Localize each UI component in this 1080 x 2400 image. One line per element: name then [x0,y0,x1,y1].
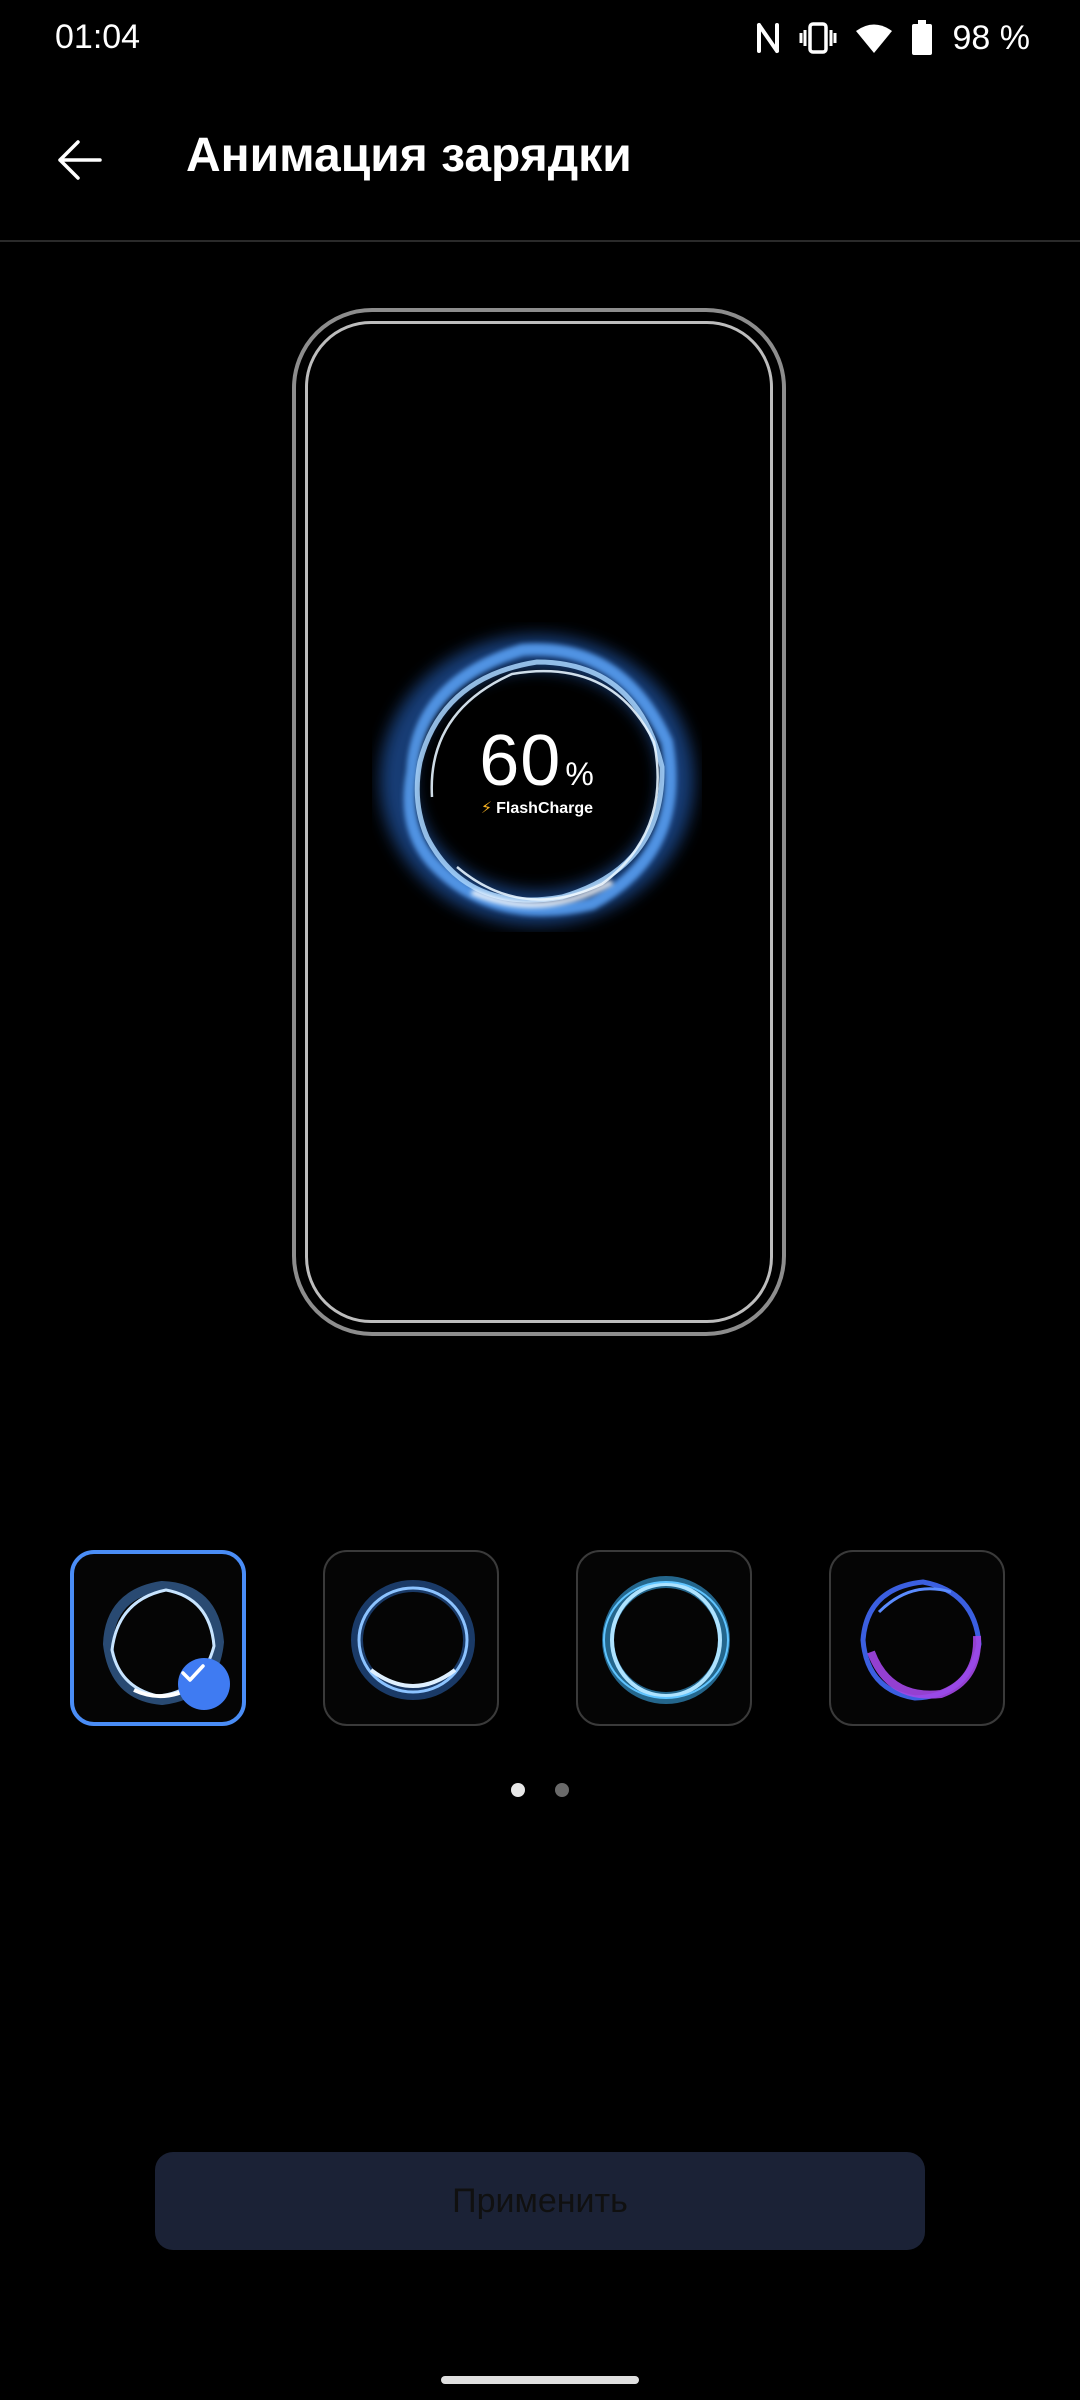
cyan-ring-icon [602,1576,730,1704]
app-bar: Анимация зарядки [0,90,1080,242]
blue-glow-ring-icon [351,1580,475,1700]
animation-option-cyan-ring[interactable] [576,1550,752,1726]
lightning-icon: ⚡ [480,800,493,817]
vibrate-icon [799,21,837,55]
selected-check-badge [178,1658,230,1710]
arrow-left-icon [58,140,102,180]
charge-percent: 60% [372,720,702,802]
back-button[interactable] [40,120,120,200]
page-dot-1[interactable] [511,1783,525,1797]
status-bar: 01:04 98 % [0,0,1080,80]
charging-animation: 60% ⚡ FlashCharge [372,622,702,932]
apply-button[interactable]: Применить [155,2152,925,2250]
gesture-nav-handle[interactable] [441,2376,639,2384]
page-dot-2[interactable] [555,1783,569,1797]
apply-button-label: Применить [452,2181,628,2220]
status-time: 01:04 [55,18,141,56]
animation-option-purple-wave[interactable] [829,1550,1005,1726]
battery-icon [911,20,933,56]
check-icon [181,1664,205,1682]
nfc-icon [755,21,781,55]
animation-option-blue-wave[interactable] [70,1550,246,1726]
animation-option-blue-glow[interactable] [323,1550,499,1726]
purple-wave-ring-icon [860,1579,982,1701]
charge-percent-sign: % [565,756,595,792]
page-indicator [0,1780,1080,1800]
status-icons: 98 % [755,16,1031,60]
charge-percent-value: 60 [479,721,562,801]
flashcharge-label: ⚡ FlashCharge [372,798,702,818]
page-title: Анимация зарядки [186,129,632,182]
animation-options [0,1550,1080,1730]
battery-percent: 98 % [952,18,1031,57]
flashcharge-text: FlashCharge [496,800,594,817]
wifi-icon [855,22,893,54]
